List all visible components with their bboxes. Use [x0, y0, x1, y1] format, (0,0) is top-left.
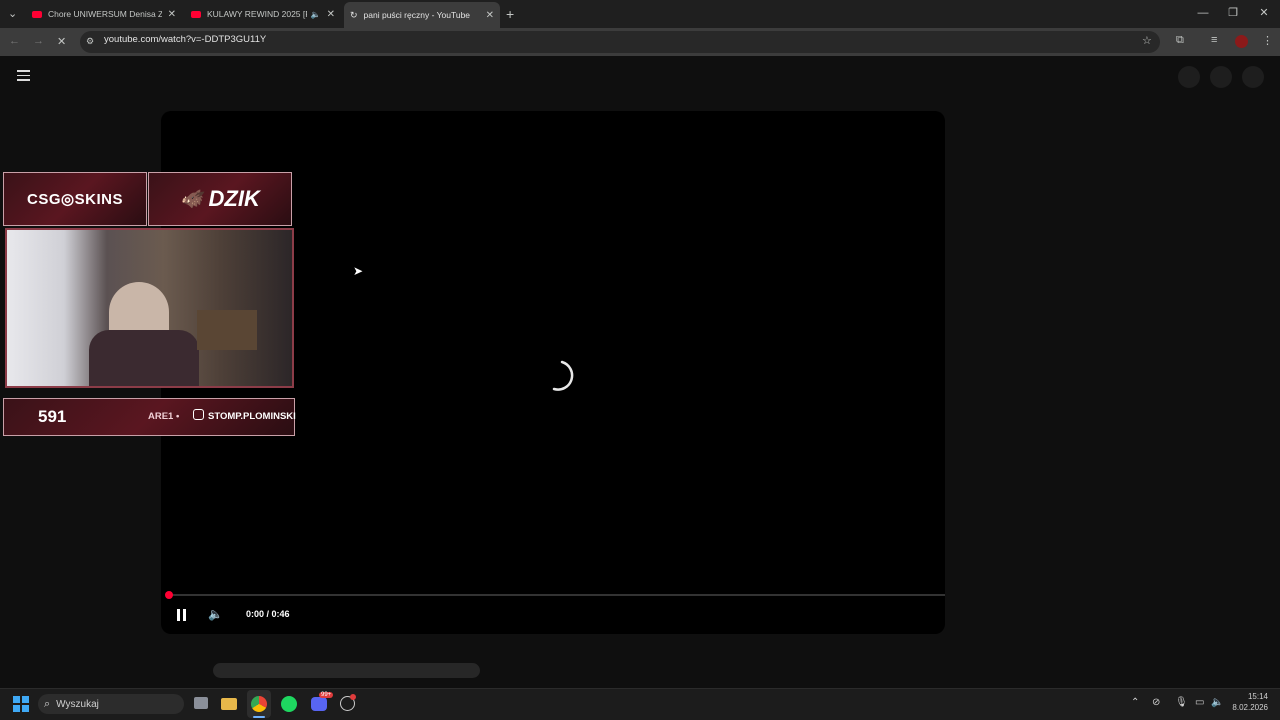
speaker-tray-icon[interactable]: 🔈 [1211, 697, 1223, 708]
file-explorer-icon[interactable] [221, 698, 237, 710]
chrome-taskbar-button[interactable] [247, 690, 271, 718]
sponsor-csgoskins: CSG◎SKINS [3, 172, 147, 226]
tab-kulawy-rewind[interactable]: KULAWY REWIND 2025 [PA 🔈 ✕ [185, 4, 341, 24]
mouse-cursor-icon: ➤ [353, 264, 364, 278]
back-button[interactable]: ← [9, 35, 20, 47]
loading-spinner [552, 360, 574, 391]
volume-icon[interactable]: 🔈 [208, 607, 223, 621]
tray-expand-icon[interactable]: ⌃ [1131, 697, 1139, 708]
boar-icon: 🐗 [180, 188, 203, 209]
pause-button[interactable] [176, 609, 187, 621]
network-icon[interactable]: ⊘ [1152, 697, 1160, 708]
extensions-icon[interactable]: ⧉ [1176, 34, 1184, 47]
skeleton-circle [1242, 66, 1264, 88]
loading-icon: ↻ [350, 9, 358, 20]
skeleton-title [213, 663, 480, 678]
skeleton-circle [1210, 66, 1232, 88]
clock-time: 15:14 [1247, 692, 1268, 701]
discord-icon[interactable] [311, 697, 327, 711]
social-handle: STOMP.PLOMINSKI [208, 411, 296, 422]
close-icon[interactable]: ✕ [486, 10, 494, 21]
chrome-icon [251, 696, 267, 712]
social-left: ARE1 • [148, 411, 180, 422]
tab-title: pani puści ręczny - YouTube [363, 10, 471, 20]
notification-dot [350, 694, 356, 700]
youtube-icon [191, 10, 201, 18]
table [197, 310, 257, 350]
display-icon[interactable]: ▭ [1195, 697, 1204, 708]
clock-date: 8.02.2026 [1232, 703, 1268, 712]
hamburger-menu-icon[interactable] [17, 70, 30, 81]
taskbar-search[interactable]: ⌕ Wyszukaj [38, 694, 184, 714]
task-view-icon[interactable] [194, 697, 208, 709]
forward-button[interactable]: → [33, 35, 44, 47]
progress-scrubber[interactable] [165, 591, 173, 599]
sponsor-dzik: 🐗 DZIK [148, 172, 292, 226]
bookmark-star-icon[interactable]: ☆ [1142, 34, 1152, 47]
menu-kebab-icon[interactable]: ⋮ [1262, 34, 1273, 47]
tab-chore-uniwersum[interactable]: Chore UNIWERSUM Denisa Za ✕ [26, 4, 182, 24]
viewer-count: 591 [38, 407, 67, 426]
stream-info-bar: 591 ARE1 • STOMP.PLOMINSKI [3, 398, 296, 436]
stop-loading-button[interactable]: ✕ [57, 35, 66, 48]
tab-title: Chore UNIWERSUM Denisa Za [48, 9, 162, 19]
stream-overlay: CSG◎SKINS 🐗 DZIK 591 ARE1 • STOMP.PLOMIN… [3, 172, 296, 436]
url-text[interactable]: youtube.com/watch?v=-DDTP3GU11Y [104, 34, 266, 45]
close-icon[interactable]: ✕ [168, 9, 176, 20]
time-display: 0:00 / 0:46 [246, 609, 290, 619]
site-info-icon[interactable]: ⚙ [86, 36, 94, 47]
tab-pani-pusci[interactable]: ↻ pani puści ręczny - YouTube ✕ [344, 2, 500, 28]
tab-search-chevron-icon[interactable]: ⌄ [8, 7, 17, 20]
taskbar [0, 688, 1280, 720]
close-icon[interactable]: ✕ [327, 9, 335, 20]
restore-button[interactable]: ❐ [1218, 5, 1248, 21]
instagram-icon [193, 409, 204, 420]
spotify-icon[interactable] [281, 696, 297, 712]
streamer-shirt [89, 330, 199, 386]
microphone-icon[interactable]: 🎙 [1175, 697, 1188, 708]
media-controls-icon[interactable]: ≡ [1211, 34, 1217, 46]
tab-title: KULAWY REWIND 2025 [PA [207, 9, 307, 19]
minimize-button[interactable]: — [1188, 5, 1218, 21]
discord-badge: 99+ [319, 692, 334, 698]
speaker-icon[interactable]: 🔈 [311, 10, 321, 19]
youtube-icon [32, 10, 42, 18]
search-placeholder: Wyszukaj [56, 698, 99, 710]
new-tab-button[interactable]: + [506, 6, 514, 22]
sponsor-dzik-label: DZIK [208, 186, 260, 211]
skeleton-circle [1178, 66, 1200, 88]
active-indicator [253, 716, 265, 718]
profile-avatar[interactable] [1235, 35, 1248, 48]
windows-start-icon[interactable] [13, 696, 29, 712]
tab-strip: ⌄ Chore UNIWERSUM Denisa Za ✕ KULAWY REW… [0, 0, 1280, 28]
progress-bar[interactable] [168, 594, 945, 596]
webcam-feed [5, 228, 294, 388]
clock[interactable]: 15:14 8.02.2026 [1230, 692, 1268, 712]
search-icon: ⌕ [44, 697, 51, 710]
close-window-button[interactable]: ✕ [1249, 5, 1279, 21]
